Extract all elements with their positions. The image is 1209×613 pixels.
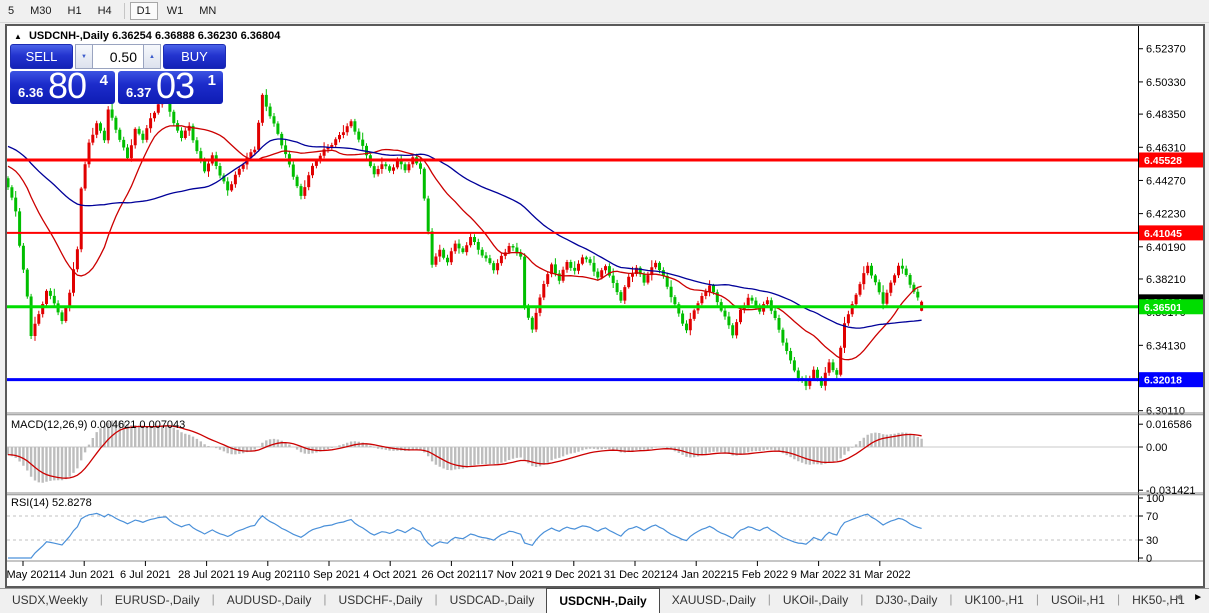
timeframe-button-w1[interactable]: W1 — [160, 2, 191, 20]
date-label: 24 Jan 2022 — [666, 569, 727, 581]
tab-usdcad-daily[interactable]: USDCAD-,Daily — [438, 589, 547, 613]
tab-usoil-h1[interactable]: USOil-,H1 — [1039, 589, 1117, 613]
buy-price-small: 6.37 — [126, 85, 151, 100]
date-label: 31 Mar 2022 — [849, 569, 911, 581]
price-tick-label: 6.34130 — [1146, 340, 1186, 352]
timeframe-toolbar: 5M30H1H4 D1W1MN — [0, 0, 1209, 23]
tab-uk100-h1[interactable]: UK100-,H1 — [952, 589, 1035, 613]
sell-price-sup: 4 — [100, 72, 108, 89]
rsi-tick-label: 70 — [1146, 511, 1158, 523]
candles-layer — [8, 89, 922, 390]
date-label: 17 Nov 2021 — [481, 569, 543, 581]
ohlc-high: 6.36888 — [155, 30, 195, 42]
sell-price-big: 80 — [48, 65, 86, 107]
scroll-left-icon[interactable]: ◄ — [1173, 592, 1183, 603]
rsi-line — [8, 513, 922, 558]
tab-usdchf-daily[interactable]: USDCHF-,Daily — [327, 589, 435, 613]
date-label: 15 Feb 2022 — [727, 569, 789, 581]
date-label: 9 Dec 2021 — [546, 569, 602, 581]
tab-usdx-weekly[interactable]: USDX,Weekly — [0, 589, 100, 613]
rsi-label: RSI(14) 52.8278 — [11, 497, 92, 509]
scroll-right-icon[interactable]: ► — [1193, 592, 1203, 603]
tab-eurusd-daily[interactable]: EURUSD-,Daily — [103, 589, 212, 613]
timeframe-button-m30[interactable]: M30 — [23, 2, 58, 20]
rsi-tick-label: 100 — [1146, 493, 1164, 505]
collapse-arrow-icon[interactable]: ▲ — [14, 32, 22, 41]
timeframe-button-d1[interactable]: D1 — [130, 2, 158, 20]
chart-canvas[interactable]: 6.52370 6.50330 6.48350 6.46310 6.44270 6.422… — [7, 26, 1203, 586]
triangle-down-icon: ▼ — [81, 54, 87, 60]
tab-usdcnh-daily[interactable]: USDCNH-,Daily — [546, 588, 659, 613]
price-badge-label: 6.36501 — [1144, 302, 1182, 314]
chart-title: ▲ USDCNH-,Daily 6.36254 6.36888 6.36230 … — [14, 30, 280, 42]
macd-tick-label: 0.00 — [1146, 442, 1167, 454]
date-label: 28 Jul 2021 — [178, 569, 235, 581]
sell-price-small: 6.36 — [18, 85, 43, 100]
date-label: 14 Jun 2021 — [54, 569, 115, 581]
price-tick-label: 6.30110 — [1146, 406, 1185, 418]
timeframe-button-h1[interactable]: H1 — [61, 2, 89, 20]
date-label: 31 Dec 2021 — [604, 569, 666, 581]
triangle-up-icon: ▲ — [149, 54, 155, 60]
rsi-tick-label: 30 — [1146, 535, 1158, 547]
tab-dj30-daily[interactable]: DJ30-,Daily — [863, 589, 949, 613]
volume-spinner: ▼ 0.50 ▲ — [75, 44, 161, 69]
rsi-tick-label: 0 — [1146, 553, 1152, 565]
timeframe-button-5[interactable]: 5 — [1, 2, 21, 20]
toolbar-separator — [124, 3, 125, 19]
bear-candle-bodies — [8, 95, 918, 386]
symbol-tab-bar: USDX,Weekly|EURUSD-,Daily|AUDUSD-,Daily|… — [0, 588, 1209, 613]
tab-ukoil-daily[interactable]: UKOil-,Daily — [771, 589, 860, 613]
timeframe-button-h4[interactable]: H4 — [91, 2, 119, 20]
bear-candle-wicks — [8, 89, 918, 390]
sell-price-display[interactable]: 6.36 80 4 — [10, 71, 115, 104]
price-badge-label: 6.32018 — [1144, 375, 1182, 387]
date-label: 4 Oct 2021 — [363, 569, 417, 581]
tab-xauusd-daily[interactable]: XAUUSD-,Daily — [660, 589, 768, 613]
buy-price-display[interactable]: 6.37 03 1 — [118, 71, 223, 104]
ohlc-open: 6.36254 — [112, 30, 152, 42]
price-badge-label: 6.45528 — [1144, 155, 1182, 167]
tab-audusd-daily[interactable]: AUDUSD-,Daily — [215, 589, 324, 613]
buy-price-sup: 1 — [208, 72, 216, 89]
buy-price-big: 03 — [156, 65, 194, 107]
ohlc-low: 6.36230 — [198, 30, 238, 42]
ohlc-close: 6.36804 — [241, 30, 281, 42]
date-label: 21 May 2021 — [7, 569, 55, 581]
price-tick-label: 6.38210 — [1146, 274, 1186, 286]
price-tick-label: 6.48350 — [1146, 109, 1186, 121]
price-tick-label: 6.46310 — [1146, 142, 1186, 154]
date-label: 6 Jul 2021 — [120, 569, 171, 581]
macd-label: MACD(12,26,9) 0.004621 0.007043 — [11, 419, 185, 431]
date-label: 19 Aug 2021 — [237, 569, 299, 581]
price-tick-label: 6.42230 — [1146, 209, 1186, 221]
one-click-trading-panel: SELL ▼ 0.50 ▲ BUY 6.36 80 4 6.37 03 1 — [10, 44, 226, 104]
date-label: 10 Sep 2021 — [298, 569, 360, 581]
date-label: 26 Oct 2021 — [421, 569, 481, 581]
date-label: 9 Mar 2022 — [791, 569, 847, 581]
price-badge-label: 6.41045 — [1144, 228, 1182, 240]
price-tick-label: 6.50330 — [1146, 77, 1186, 89]
symbol-label: USDCNH-,Daily — [29, 30, 109, 42]
tab-scroll-arrows: ◄ ► — [1173, 592, 1203, 603]
timeframe-button-mn[interactable]: MN — [192, 2, 223, 20]
price-tick-label: 6.40190 — [1146, 242, 1186, 254]
macd-tick-label: 0.016586 — [1146, 419, 1192, 431]
macd-signal-line — [8, 426, 922, 478]
volume-input[interactable]: 0.50 — [93, 44, 143, 69]
price-tick-label: 6.44270 — [1146, 175, 1186, 187]
price-tick-label: 6.52370 — [1146, 44, 1186, 56]
